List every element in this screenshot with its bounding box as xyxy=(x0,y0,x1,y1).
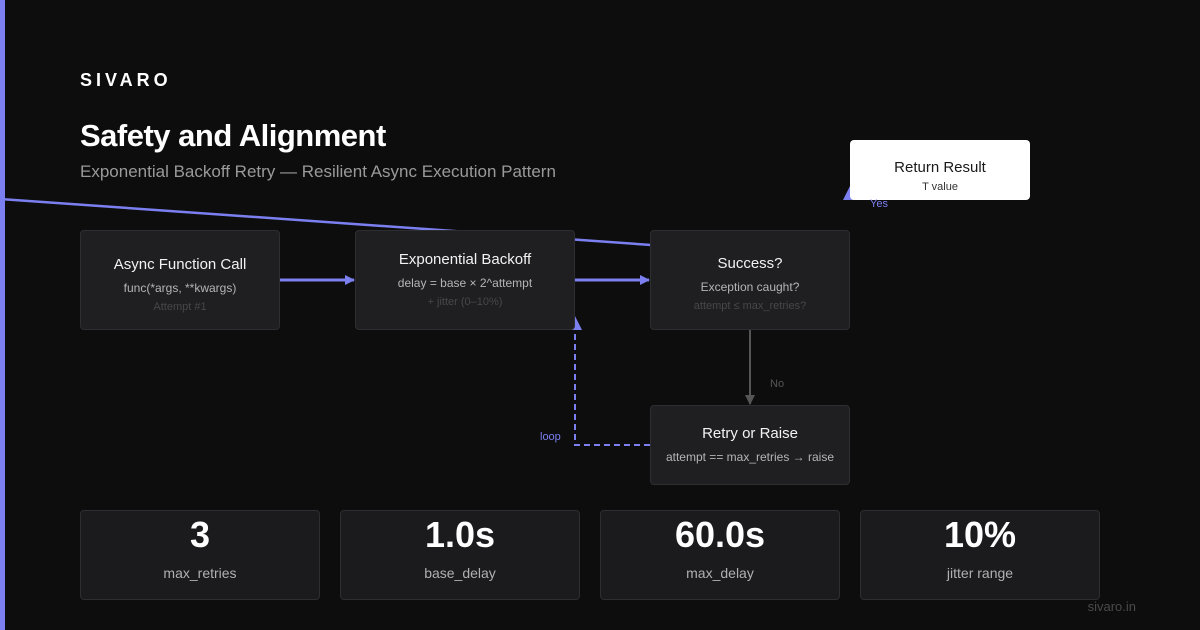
node-subtitle: Exception caught? xyxy=(700,280,800,294)
node-hint: attempt ≤ max_retries? xyxy=(693,300,807,312)
stat-card-base-delay: 1.0s base_delay xyxy=(340,510,580,600)
node-title: Success? xyxy=(717,255,783,272)
stat-value: 60.0s xyxy=(674,514,766,555)
stat-value: 3 xyxy=(189,514,211,555)
stat-label: base_delay xyxy=(424,565,496,581)
node-subtitle: attempt == max_retries → raise xyxy=(665,450,835,464)
edge-label-yes: Yes xyxy=(870,198,888,210)
stat-label: max_delay xyxy=(686,565,754,581)
node-hint: Attempt #1 xyxy=(153,301,207,313)
footer-url[interactable]: sivaro.in xyxy=(1088,599,1136,614)
node-success-check: Success? Exception caught? attempt ≤ max… xyxy=(650,230,850,330)
arrow-retry-loop xyxy=(574,318,650,446)
stat-value: 10% xyxy=(943,514,1017,555)
node-retry-or-raise: Retry or Raise attempt == max_retries → … xyxy=(650,405,850,485)
edge-label-no: No xyxy=(770,378,785,390)
stat-card-max-delay: 60.0s max_delay xyxy=(600,510,840,600)
node-async-call: Async Function Call func(*args, **kwargs… xyxy=(80,230,280,330)
stat-card-max-retries: 3 max_retries xyxy=(80,510,320,600)
node-subtitle: delay = base × 2^attempt xyxy=(397,276,533,290)
stat-label: jitter range xyxy=(946,565,1014,581)
node-exponential-backoff: Exponential Backoff delay = base × 2^att… xyxy=(355,230,575,330)
node-title: Return Result xyxy=(894,159,986,176)
stat-card-jitter-range: 10% jitter range xyxy=(860,510,1100,600)
node-title: Async Function Call xyxy=(113,256,247,273)
edge-label-loop: loop xyxy=(540,431,561,443)
node-subtitle: T value xyxy=(922,181,958,193)
stat-label: max_retries xyxy=(163,565,237,581)
node-hint: + jitter (0–10%) xyxy=(427,296,503,308)
node-subtitle: func(*args, **kwargs) xyxy=(123,281,237,295)
node-title: Exponential Backoff xyxy=(398,251,532,268)
stat-value: 1.0s xyxy=(424,514,496,555)
node-title: Retry or Raise xyxy=(702,425,798,442)
node-return-result: Return Result T value xyxy=(850,140,1030,200)
